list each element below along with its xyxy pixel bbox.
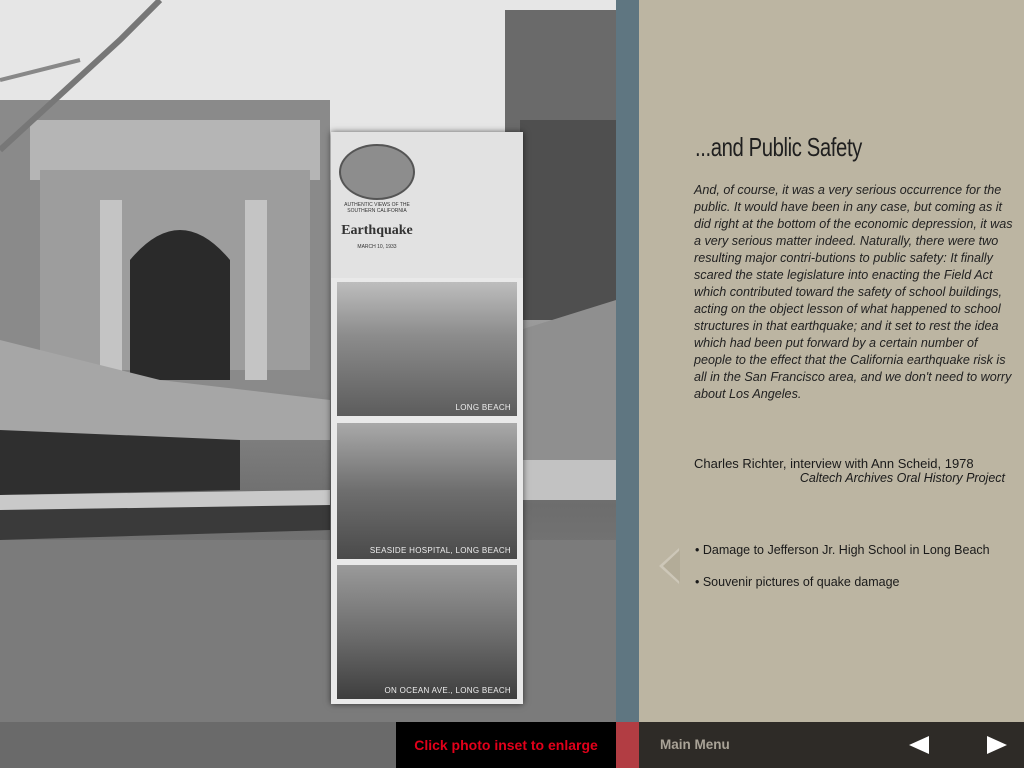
background-photo: AUTHENTIC VIEWS OF THE SOUTHERN CALIFORN… bbox=[0, 0, 616, 722]
quote-attribution: Charles Richter, interview with Ann Sche… bbox=[694, 456, 974, 471]
photo-inset[interactable]: AUTHENTIC VIEWS OF THE SOUTHERN CALIFORN… bbox=[331, 132, 523, 704]
quote-text: And, of course, it was a very serious oc… bbox=[694, 183, 1013, 401]
souvenir-booklet-cover: AUTHENTIC VIEWS OF THE SOUTHERN CALIFORN… bbox=[331, 132, 523, 278]
footer-bar: Click photo inset to enlarge Main Menu bbox=[0, 722, 1024, 768]
main-menu-button[interactable]: Main Menu bbox=[660, 722, 730, 768]
section-title: ...and Public Safety bbox=[695, 132, 862, 162]
inset-panel-ocean-ave: ON OCEAN AVE., LONG BEACH bbox=[337, 565, 517, 699]
inset-panel-seaside-hospital: SEASIDE HOSPITAL, LONG BEACH bbox=[337, 423, 517, 559]
previous-image-arrow-icon[interactable] bbox=[659, 548, 680, 584]
link-jefferson-school[interactable]: • Damage to Jefferson Jr. High School in… bbox=[695, 543, 990, 557]
next-page-icon[interactable] bbox=[987, 736, 1007, 754]
footer-accent bbox=[616, 722, 639, 768]
panel-caption: ON OCEAN AVE., LONG BEACH bbox=[384, 686, 511, 695]
earthquake-damage-photo bbox=[0, 0, 616, 722]
text-sidebar: ...and Public Safety And, of course, it … bbox=[639, 0, 1024, 722]
panel-caption: LONG BEACH bbox=[455, 403, 511, 412]
footer-photo-strip bbox=[0, 722, 396, 768]
panel-caption: SEASIDE HOSPITAL, LONG BEACH bbox=[369, 546, 511, 555]
cover-photo-oval bbox=[339, 144, 415, 200]
cover-subtitle: AUTHENTIC VIEWS OF THE SOUTHERN CALIFORN… bbox=[344, 202, 410, 214]
previous-page-icon[interactable] bbox=[909, 736, 929, 754]
cover-date: MARCH 10, 1933 bbox=[357, 244, 397, 250]
quote-source: Caltech Archives Oral History Project bbox=[799, 471, 1005, 485]
inset-panel-long-beach: LONG BEACH bbox=[337, 282, 517, 416]
enlarge-hint: Click photo inset to enlarge bbox=[396, 722, 616, 768]
link-souvenir-pictures[interactable]: • Souvenir pictures of quake damage bbox=[695, 575, 900, 589]
cover-title: Earthquake bbox=[341, 223, 413, 238]
footer-navigation: Main Menu bbox=[639, 722, 1024, 768]
divider-bar bbox=[616, 0, 639, 722]
